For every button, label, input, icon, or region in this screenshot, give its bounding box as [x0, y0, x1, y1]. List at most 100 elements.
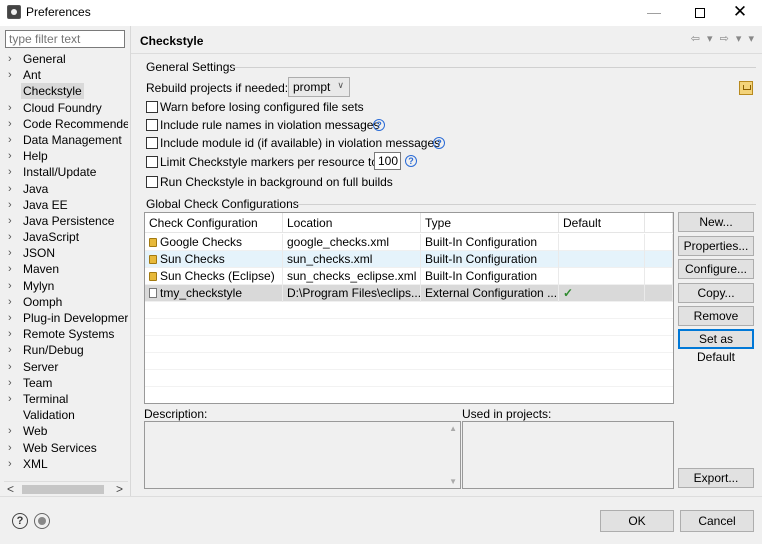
- expand-arrow-icon[interactable]: ›: [8, 132, 12, 148]
- background-checkbox[interactable]: [146, 176, 158, 188]
- expand-arrow-icon[interactable]: ›: [8, 456, 12, 472]
- tree-item[interactable]: › Oomph: [4, 294, 128, 310]
- expand-arrow-icon[interactable]: ›: [8, 197, 12, 213]
- tree-item[interactable]: › Java Persistence: [4, 213, 128, 229]
- expand-arrow-icon[interactable]: ›: [8, 391, 12, 407]
- module-id-checkbox[interactable]: [146, 137, 158, 149]
- description-box[interactable]: ▲ ▼: [144, 421, 461, 489]
- tree-item[interactable]: › JavaScript: [4, 229, 128, 245]
- tree-item[interactable]: › Java: [4, 181, 128, 197]
- close-button[interactable]: ✕: [718, 0, 762, 26]
- expand-arrow-icon[interactable]: ›: [8, 51, 12, 67]
- expand-arrow-icon[interactable]: ›: [8, 164, 12, 180]
- export-button[interactable]: Export...: [678, 468, 754, 488]
- tree-item[interactable]: › Run/Debug: [4, 342, 128, 358]
- view-menu-icon[interactable]: ▾: [748, 33, 756, 45]
- cell-text: Built-In Configuration: [425, 252, 538, 266]
- module-id-help-icon[interactable]: ?: [433, 137, 445, 149]
- table-row[interactable]: Sun Checks sun_checks.xml Built-In Configu…: [145, 251, 673, 268]
- expand-arrow-icon[interactable]: ›: [8, 423, 12, 439]
- rule-names-help-icon[interactable]: ?: [373, 119, 385, 131]
- scroll-left-icon[interactable]: <: [7, 482, 14, 496]
- expand-arrow-icon[interactable]: ›: [8, 359, 12, 375]
- expand-arrow-icon[interactable]: ›: [8, 278, 12, 294]
- tree-item[interactable]: › Code Recommende: [4, 116, 128, 132]
- expand-arrow-icon[interactable]: ›: [8, 261, 12, 277]
- expand-arrow-icon[interactable]: ›: [8, 229, 12, 245]
- tree-item[interactable]: › Help: [4, 148, 128, 164]
- tree-item[interactable]: › General: [4, 51, 128, 67]
- set-as-default-button[interactable]: Set as Default: [678, 329, 754, 364]
- column-header-type[interactable]: Type: [421, 213, 559, 233]
- tree-item[interactable]: › XML: [4, 456, 128, 472]
- help-icon[interactable]: ?: [12, 513, 28, 529]
- filter-input[interactable]: [5, 30, 125, 48]
- limit-markers-input[interactable]: 100: [374, 152, 401, 170]
- tree-item[interactable]: › Terminal: [4, 391, 128, 407]
- scroll-thumb[interactable]: [22, 485, 104, 494]
- warn-checkbox[interactable]: [146, 101, 158, 113]
- ok-button[interactable]: OK: [600, 510, 674, 532]
- back-arrow-icon[interactable]: ⇦ ▾: [691, 33, 715, 45]
- tree-item[interactable]: › Data Management: [4, 132, 128, 148]
- used-in-projects-list[interactable]: [462, 421, 674, 489]
- table-cell-filler: [645, 268, 673, 285]
- expand-arrow-icon[interactable]: ›: [8, 213, 12, 229]
- tree-item[interactable]: Validation: [4, 407, 128, 423]
- tree-item[interactable]: Checkstyle: [4, 83, 128, 100]
- table-row[interactable]: tmy_checkstyle D:\Program Files\eclips...…: [145, 285, 673, 302]
- cancel-button[interactable]: Cancel: [680, 510, 754, 532]
- tree-item[interactable]: › JSON: [4, 245, 128, 261]
- expand-arrow-icon[interactable]: ›: [8, 294, 12, 310]
- tree-item[interactable]: › Team: [4, 375, 128, 391]
- expand-arrow-icon[interactable]: ›: [8, 181, 12, 197]
- tree-item[interactable]: › Ant: [4, 67, 128, 83]
- forward-arrow-icon[interactable]: ⇨ ▾: [720, 33, 744, 45]
- tree-item[interactable]: › Plug-in Developmer: [4, 310, 128, 326]
- rule-names-checkbox[interactable]: [146, 119, 158, 131]
- column-header-default[interactable]: Default: [559, 213, 645, 233]
- maximize-button[interactable]: [678, 0, 722, 26]
- minimize-button[interactable]: —: [632, 0, 676, 26]
- limit-markers-checkbox[interactable]: [146, 156, 158, 168]
- tree-item[interactable]: › Maven: [4, 261, 128, 277]
- tree-item[interactable]: › Remote Systems: [4, 326, 128, 342]
- tree-item[interactable]: › Mylyn: [4, 278, 128, 294]
- expand-arrow-icon[interactable]: ›: [8, 100, 12, 116]
- history-navigation[interactable]: ⇦ ▾ ⇨ ▾ ▾: [691, 32, 756, 45]
- tree-horizontal-scrollbar[interactable]: < >: [4, 481, 128, 496]
- table-row[interactable]: Google Checks google_checks.xml Built-In C…: [145, 234, 673, 251]
- tree-item[interactable]: › Java EE: [4, 197, 128, 213]
- scroll-up-icon[interactable]: ▲: [449, 424, 457, 433]
- record-icon[interactable]: [34, 513, 50, 529]
- expand-arrow-icon[interactable]: ›: [8, 310, 12, 326]
- tree-item[interactable]: › Cloud Foundry: [4, 100, 128, 116]
- expand-arrow-icon[interactable]: ›: [8, 326, 12, 342]
- tree-item[interactable]: › Server: [4, 359, 128, 375]
- expand-arrow-icon[interactable]: ›: [8, 67, 12, 83]
- configure-button[interactable]: Configure...: [678, 259, 754, 279]
- pane-splitter[interactable]: [130, 26, 131, 496]
- remove-button[interactable]: Remove: [678, 306, 754, 326]
- new-button[interactable]: New...: [678, 212, 754, 232]
- expand-arrow-icon[interactable]: ›: [8, 375, 12, 391]
- limit-markers-help-icon[interactable]: ?: [405, 155, 417, 167]
- restore-defaults-icon[interactable]: [739, 81, 753, 95]
- check-config-table[interactable]: Check Configuration Location Type Defaul…: [144, 212, 674, 404]
- scroll-down-icon[interactable]: ▼: [449, 477, 457, 486]
- expand-arrow-icon[interactable]: ›: [8, 440, 12, 456]
- column-header-config[interactable]: Check Configuration: [145, 213, 283, 233]
- copy-button[interactable]: Copy...: [678, 283, 754, 303]
- tree-item[interactable]: › Install/Update: [4, 164, 128, 180]
- column-header-location[interactable]: Location: [283, 213, 421, 233]
- table-row[interactable]: Sun Checks (Eclipse) sun_checks_eclipse.x…: [145, 268, 673, 285]
- tree-item[interactable]: › Web Services: [4, 440, 128, 456]
- expand-arrow-icon[interactable]: ›: [8, 116, 12, 132]
- properties-button[interactable]: Properties...: [678, 236, 754, 256]
- expand-arrow-icon[interactable]: ›: [8, 148, 12, 164]
- expand-arrow-icon[interactable]: ›: [8, 245, 12, 261]
- tree-item[interactable]: › Web: [4, 423, 128, 439]
- expand-arrow-icon[interactable]: ›: [8, 342, 12, 358]
- rebuild-select[interactable]: prompt ∨: [288, 77, 350, 97]
- scroll-right-icon[interactable]: >: [116, 482, 123, 496]
